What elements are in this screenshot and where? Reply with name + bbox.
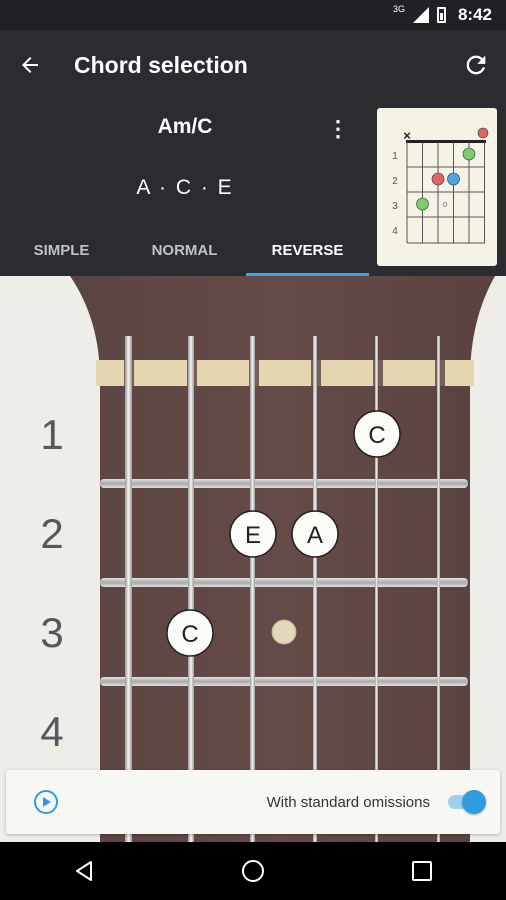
diagram-dot: [447, 172, 460, 186]
signal-icon: [412, 7, 429, 23]
note-marker[interactable]: E: [229, 510, 277, 558]
page-title: Chord selection: [74, 51, 248, 78]
fret-inlay: [271, 619, 297, 645]
note-marker[interactable]: C: [353, 410, 401, 458]
fretboard-area: C E A C 1 2 3 4: [0, 276, 506, 842]
note-label: A: [307, 522, 323, 549]
note-marker[interactable]: A: [291, 510, 339, 558]
diagram-dot: [431, 172, 445, 186]
note-label: C: [368, 422, 385, 449]
arrow-left-icon: [22, 57, 38, 73]
diagram-nut: [406, 140, 486, 143]
chord-name: Am/C: [157, 115, 213, 138]
clock: 8:42: [457, 5, 492, 24]
play-icon[interactable]: [33, 789, 59, 815]
diagram-dot: [416, 197, 429, 211]
refresh-icon: [466, 55, 486, 75]
tab-simple[interactable]: SIMPLE: [0, 224, 123, 276]
omissions-toggle[interactable]: [446, 790, 486, 814]
note-label: E: [245, 522, 261, 549]
nav-back-button[interactable]: [54, 842, 114, 900]
diagram-dot: [477, 127, 489, 139]
fret-number: 1: [40, 411, 64, 458]
fretboard[interactable]: C E A C: [0, 276, 506, 842]
diagram-fret-label: 2: [392, 176, 398, 187]
nav-recents-button[interactable]: [392, 842, 452, 900]
nav-home-button[interactable]: [223, 842, 283, 900]
chord-diagram-thumbnail[interactable]: × 1 2 3 4 o: [377, 108, 497, 266]
diagram-fret-label: 1: [392, 151, 398, 162]
diagram-fret-label: 3: [392, 201, 398, 212]
app-bar: Chord selection: [0, 30, 506, 100]
status-bar: 3G 8:42: [0, 0, 506, 30]
note-marker[interactable]: C: [166, 609, 214, 657]
refresh-button[interactable]: [446, 30, 506, 100]
back-triangle-icon: [76, 861, 93, 881]
omissions-label: With standard omissions: [266, 793, 430, 811]
overflow-menu-icon[interactable]: ⋮: [326, 114, 350, 144]
toggle-knob: [462, 790, 486, 814]
network-type: 3G: [392, 4, 405, 14]
diagram-fret-label: 4: [392, 226, 398, 237]
tab-normal[interactable]: NORMAL: [123, 224, 246, 276]
nut: [96, 360, 474, 386]
chord-header: Am/C ⋮ A · C · E SIMPLE NORMAL REVERSE ×…: [0, 100, 506, 276]
chord-notes: A · C · E: [136, 176, 234, 199]
navigation-bar: [0, 842, 506, 900]
omissions-bar: With standard omissions: [6, 770, 500, 834]
back-button[interactable]: [0, 30, 60, 100]
fret-number: 4: [40, 708, 64, 755]
chord-diagram: × 1 2 3 4 o: [392, 127, 489, 244]
diagram-open-marker: o: [442, 199, 447, 209]
diagram-dot: [462, 147, 476, 161]
battery-icon: [436, 7, 446, 23]
note-label: C: [181, 621, 198, 648]
fret-number: 3: [40, 609, 64, 656]
voicing-tabs: SIMPLE NORMAL REVERSE: [0, 224, 370, 276]
fret-number: 2: [40, 510, 64, 557]
tab-reverse[interactable]: REVERSE: [246, 224, 369, 276]
recents-square-icon: [411, 861, 432, 881]
home-circle-icon: [241, 860, 264, 882]
